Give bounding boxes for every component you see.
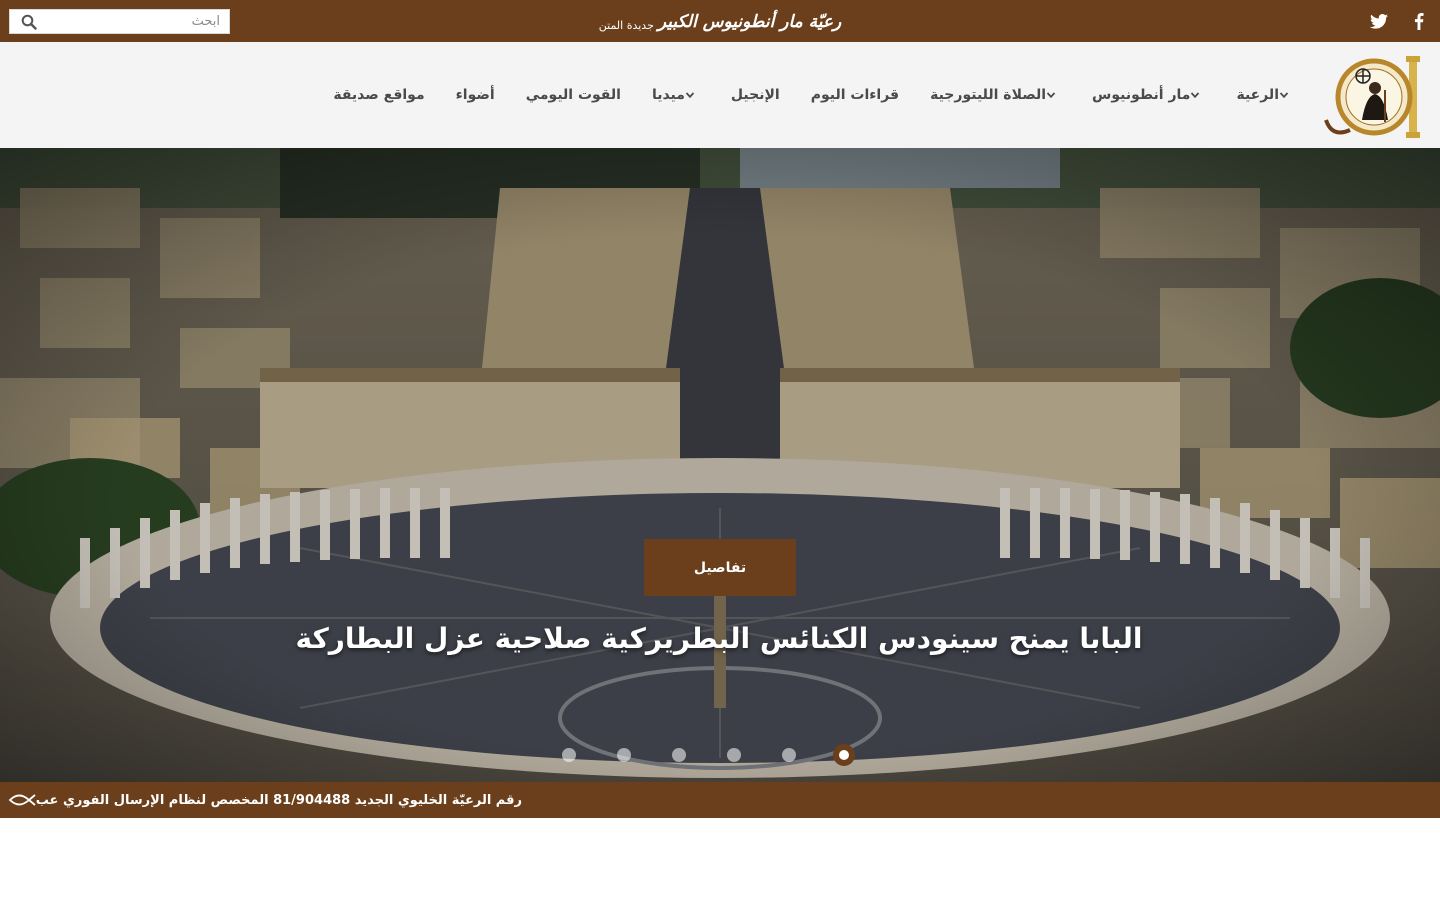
hero-image: [0, 148, 1440, 782]
chevron-down-icon: [685, 92, 695, 99]
nav-item-label: مار أنطونيوس: [1092, 87, 1191, 103]
nav-item-daily-bread[interactable]: القوت اليومي: [526, 87, 621, 103]
chevron-down-icon: [1191, 92, 1200, 99]
nav-item-gospel[interactable]: الإنجيل: [731, 87, 780, 103]
nav-item-label: الرعية: [1236, 87, 1279, 103]
slider-dot[interactable]: [672, 748, 686, 762]
nav-item-daily-readings[interactable]: قراءات اليوم: [811, 87, 899, 103]
twitter-icon: [1370, 13, 1388, 29]
search-input[interactable]: [48, 10, 228, 33]
facebook-icon: [1414, 12, 1424, 30]
brand-title: رعيّة مار أنطونيوس الكبير: [657, 12, 842, 32]
hero-headline-text: البابا يمنح سينودس الكنائس البطريركية صل…: [295, 622, 1143, 655]
main-navbar: الرعية مار أنطونيوس الصلاة الليتورجية قر…: [0, 42, 1440, 148]
ticker-content[interactable]: رقم الرعيّة الخليوي الجديد 81/904488 الم…: [0, 782, 522, 818]
ticker-text: رقم الرعيّة الخليوي الجديد 81/904488 الم…: [35, 792, 522, 808]
site-logo[interactable]: [1322, 50, 1426, 140]
nav-item-friendly-sites[interactable]: مواقع صديقة: [333, 87, 424, 103]
hero-headline: البابا يمنح سينودس الكنائس البطريركية صل…: [0, 622, 1440, 655]
slider-pagination: [560, 744, 860, 766]
chevron-down-icon: [1046, 92, 1056, 99]
search-icon: [21, 14, 37, 30]
parish-logo-icon: [1324, 56, 1420, 138]
news-ticker: رقم الرعيّة الخليوي الجديد 81/904488 الم…: [0, 782, 1440, 818]
nav-item-lights[interactable]: أضواء: [456, 87, 495, 103]
nav-item-label: القوت اليومي: [525, 87, 621, 103]
twitter-link[interactable]: [1368, 10, 1390, 32]
facebook-link[interactable]: [1408, 10, 1430, 32]
details-button[interactable]: تفاصيل: [644, 539, 796, 596]
nav-item-saint-anthony[interactable]: مار أنطونيوس: [1092, 87, 1205, 103]
brand-subtitle: جديدة المتن: [598, 18, 654, 32]
slider-dot[interactable]: [617, 748, 631, 762]
main-menu: الرعية مار أنطونيوس الصلاة الليتورجية قر…: [333, 82, 1294, 108]
nav-item-label: قراءات اليوم: [810, 87, 900, 103]
nav-item-media[interactable]: ميديا: [652, 87, 700, 103]
search-button[interactable]: [10, 10, 48, 33]
nav-item-label: مواقع صديقة: [333, 87, 425, 103]
nav-item-label: الإنجيل: [730, 87, 780, 103]
search-box: [9, 9, 230, 34]
top-bar: رعيّة مار أنطونيوس الكبير جديدة المتن: [0, 0, 1440, 42]
hero-slider[interactable]: البابا يمنح سينودس الكنائس البطريركية صل…: [0, 148, 1440, 782]
slider-dot[interactable]: [782, 748, 796, 762]
chevron-down-icon: [1279, 92, 1289, 99]
nav-item-label: الصلاة الليتورجية: [930, 87, 1047, 103]
nav-item-parish[interactable]: الرعية: [1236, 87, 1294, 103]
slider-dot-active[interactable]: [833, 744, 855, 766]
fish-icon: [8, 794, 36, 806]
slider-dot[interactable]: [562, 748, 576, 762]
nav-item-label: أضواء: [455, 87, 495, 103]
site-brand[interactable]: رعيّة مار أنطونيوس الكبير جديدة المتن: [560, 8, 880, 36]
nav-item-liturgical-prayer[interactable]: الصلاة الليتورجية: [930, 87, 1061, 103]
nav-item-label: ميديا: [651, 87, 685, 103]
slider-dot[interactable]: [727, 748, 741, 762]
